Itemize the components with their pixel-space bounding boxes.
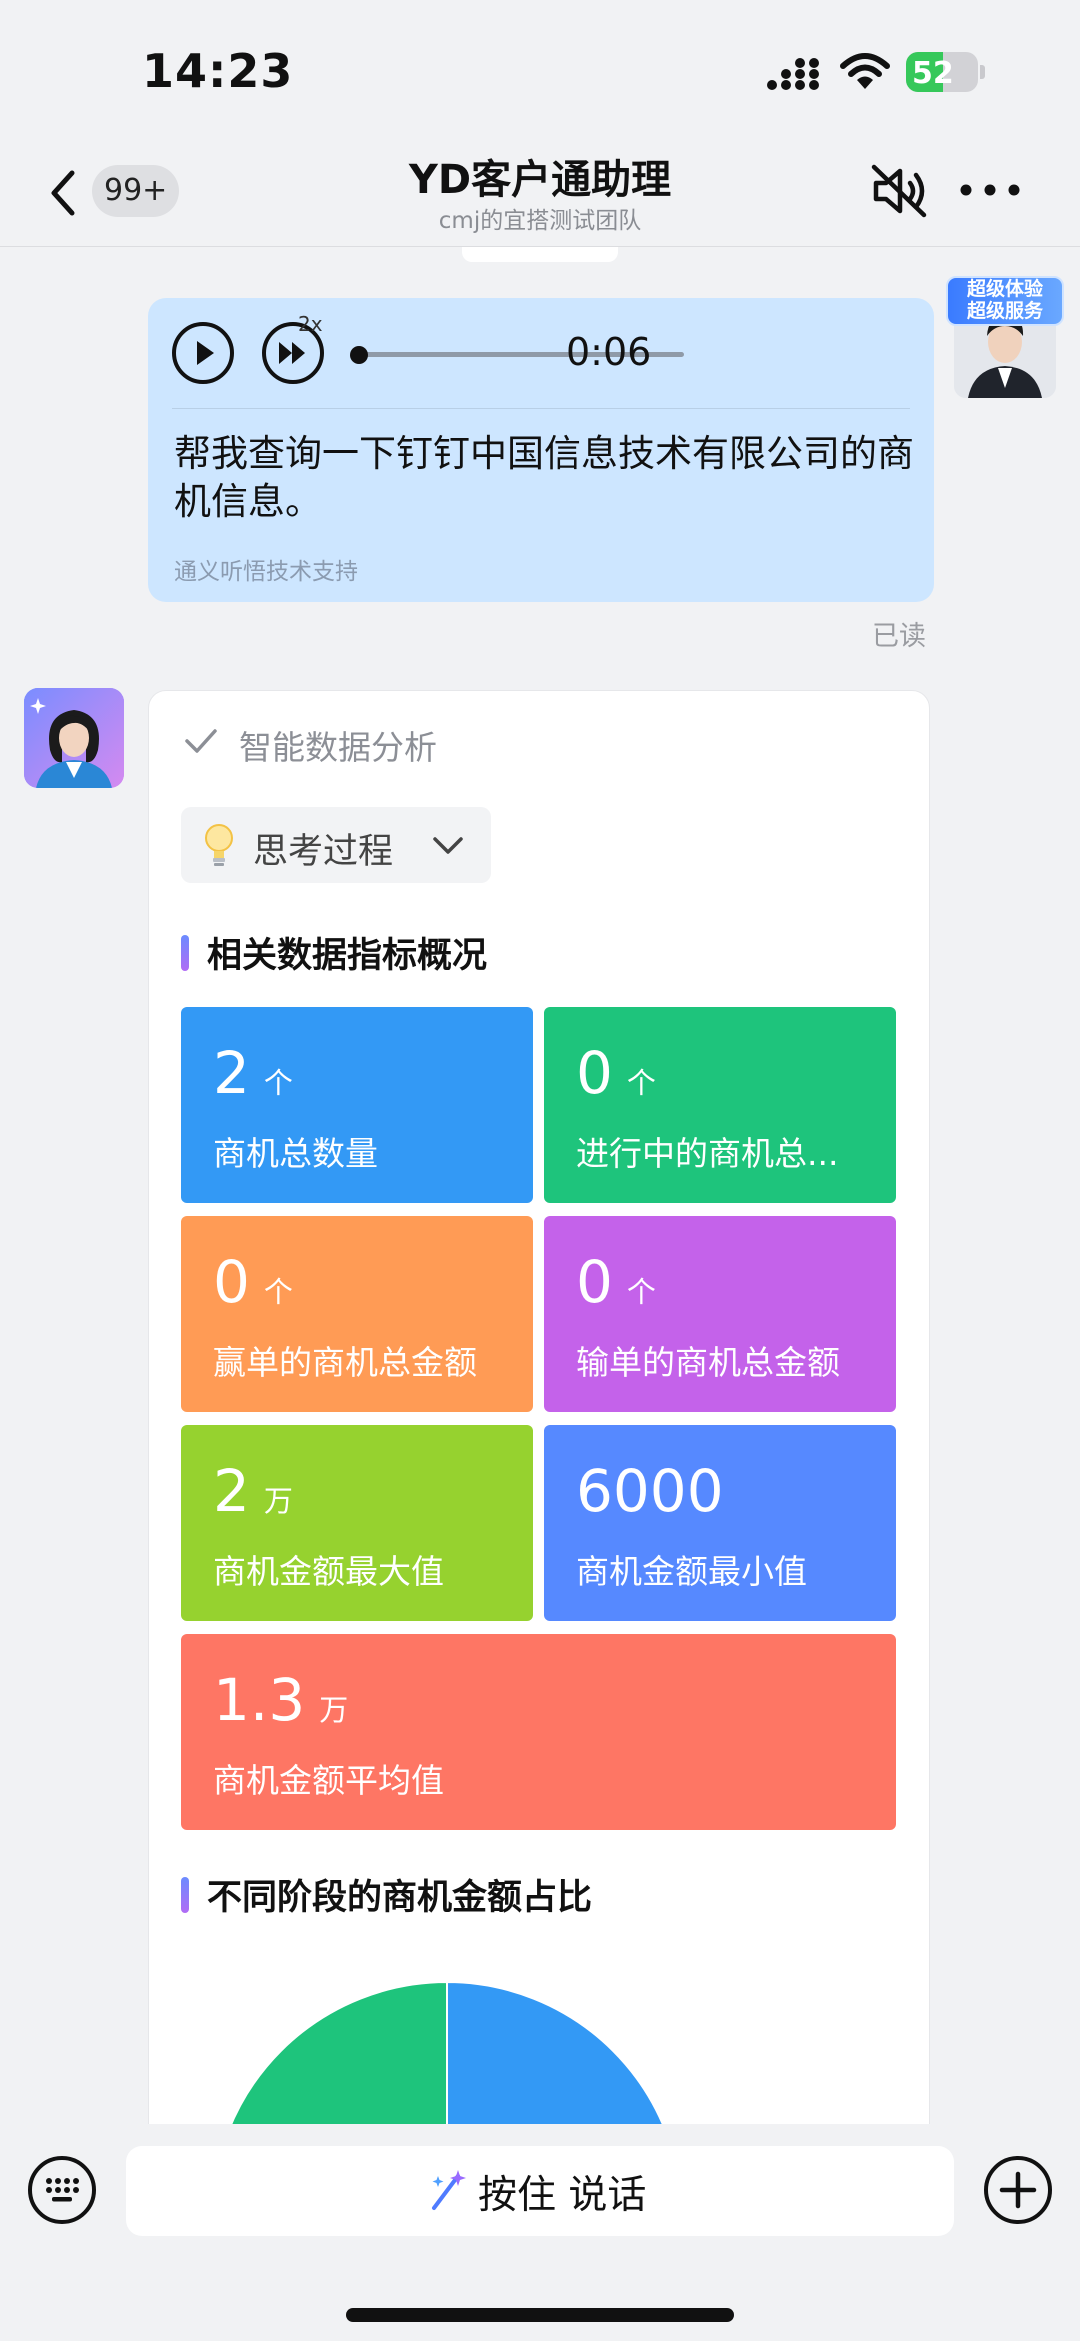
metric-value: 2万 — [213, 1459, 293, 1533]
metric-number: 0 — [576, 1039, 613, 1107]
voice-message-bubble[interactable]: 2x 0:06 帮我查询一下钉钉中国信息技术有限公司的商机信息。 通义听悟技术支… — [148, 298, 934, 602]
vip-banner: 超级体验 超级服务 — [946, 276, 1064, 326]
metric-unit: 个 — [626, 1275, 656, 1309]
metric-tile[interactable]: 0 个赢单的商机总金额 — [181, 1216, 533, 1412]
speed-label: 2x — [298, 312, 323, 336]
read-status: 已读 — [872, 621, 926, 652]
metric-number: 0 — [213, 1248, 250, 1316]
keyboard-button[interactable] — [28, 2156, 96, 2224]
metric-value: 0个 — [213, 1250, 293, 1324]
metric-number: 2 — [213, 1457, 250, 1525]
section-accent-bar — [181, 1877, 189, 1913]
metric-value: 0个 — [576, 1041, 656, 1115]
battery-percent: 52 — [912, 56, 954, 91]
analysis-status-label: 智能数据分析 — [239, 728, 437, 767]
metric-label: 进行中的商机总... — [576, 1134, 839, 1173]
hold-to-talk-label: 按住 说话 — [478, 2173, 647, 2218]
battery-indicator: 52 — [906, 52, 985, 92]
metric-value: 6000 — [576, 1459, 724, 1523]
audio-duration: 0:06 — [566, 330, 652, 374]
keyboard-icon — [46, 2178, 79, 2202]
vip-banner-line: 超级服务 — [966, 300, 1043, 322]
metric-label: 商机总数量 — [213, 1134, 378, 1173]
metric-tile[interactable]: 1.3 万商机金额平均值 — [181, 1634, 896, 1830]
status-time: 14:23 — [142, 44, 294, 98]
audio-progress-knob[interactable] — [350, 346, 368, 364]
metric-unit: 万 — [263, 1484, 293, 1518]
add-button[interactable] — [984, 2156, 1052, 2224]
chat-screen: 14:23 52 99+ YD客户通助理 cmj的宜搭测试团队 超级体验 超级服… — [0, 0, 1080, 2341]
metric-label: 输单的商机总金额 — [576, 1343, 840, 1382]
metric-number: 1.3 — [213, 1666, 306, 1734]
metric-value: 0个 — [576, 1250, 656, 1324]
play-icon — [197, 341, 214, 365]
metric-tile[interactable]: 2 个商机总数量 — [181, 1007, 533, 1203]
section-accent-bar — [181, 935, 189, 971]
section-title-metrics: 相关数据指标概况 — [207, 936, 488, 976]
metric-tile[interactable]: 2 万商机金额最大值 — [181, 1425, 533, 1621]
assistant-avatar-icon — [24, 688, 124, 788]
home-indicator — [346, 2308, 734, 2322]
wifi-icon — [840, 53, 890, 89]
thinking-process-label: 思考过程 — [253, 832, 394, 872]
input-bar: 按住 说话 — [0, 2124, 1080, 2341]
metric-label: 商机金额平均值 — [213, 1761, 444, 1800]
metric-label: 商机金额最大值 — [213, 1552, 444, 1591]
metric-number: 6000 — [576, 1457, 724, 1525]
play-button[interactable] — [172, 322, 234, 384]
metric-value: 1.3 万 — [213, 1668, 348, 1742]
metric-tile[interactable]: 6000 商机金额最小值 — [544, 1425, 896, 1621]
metric-unit: 个 — [626, 1066, 656, 1100]
chevron-down-icon — [433, 837, 463, 854]
bot-avatar[interactable] — [24, 688, 124, 788]
metric-number: 2 — [213, 1039, 250, 1107]
status-bar: 14:23 52 — [0, 0, 1080, 135]
bubble-divider — [172, 408, 910, 409]
vip-banner-line: 超级体验 — [966, 278, 1043, 300]
voice-transcript: 帮我查询一下钉钉中国信息技术有限公司的商机信息。 — [174, 432, 914, 523]
metric-value: 2个 — [213, 1041, 293, 1115]
thinking-process-toggle[interactable]: 思考过程 — [181, 807, 491, 883]
metric-unit: 万 — [319, 1693, 349, 1727]
section-title-stage-share: 不同阶段的商机金额占比 — [207, 1878, 593, 1918]
bot-reply-card: 智能数据分析 思考过程 相关数据指标概况 2 个商机总数量 0 个进行中的商机总...… — [148, 690, 930, 2160]
sparkle-icon — [432, 2170, 466, 2210]
metric-tile[interactable]: 0 个进行中的商机总... — [544, 1007, 896, 1203]
plus-icon — [999, 2171, 1037, 2209]
metric-number: 0 — [576, 1248, 613, 1316]
metric-unit: 个 — [263, 1275, 293, 1309]
metric-label: 赢单的商机总金额 — [213, 1343, 477, 1382]
metric-tile[interactable]: 0 个输单的商机总金额 — [544, 1216, 896, 1412]
transcript-credit: 通义听悟技术支持 — [174, 559, 358, 585]
speaker-mute-icon[interactable] — [868, 161, 930, 221]
metric-label: 商机金额最小值 — [576, 1552, 807, 1591]
cellular-signal-icon — [767, 58, 819, 90]
check-icon — [185, 729, 217, 753]
metric-unit: 个 — [263, 1066, 293, 1100]
hold-to-talk-button[interactable]: 按住 说话 — [126, 2146, 954, 2236]
nav-bar: 99+ YD客户通助理 cmj的宜搭测试团队 — [0, 135, 1080, 247]
more-icon[interactable] — [958, 175, 1022, 205]
lightbulb-icon — [205, 824, 233, 866]
